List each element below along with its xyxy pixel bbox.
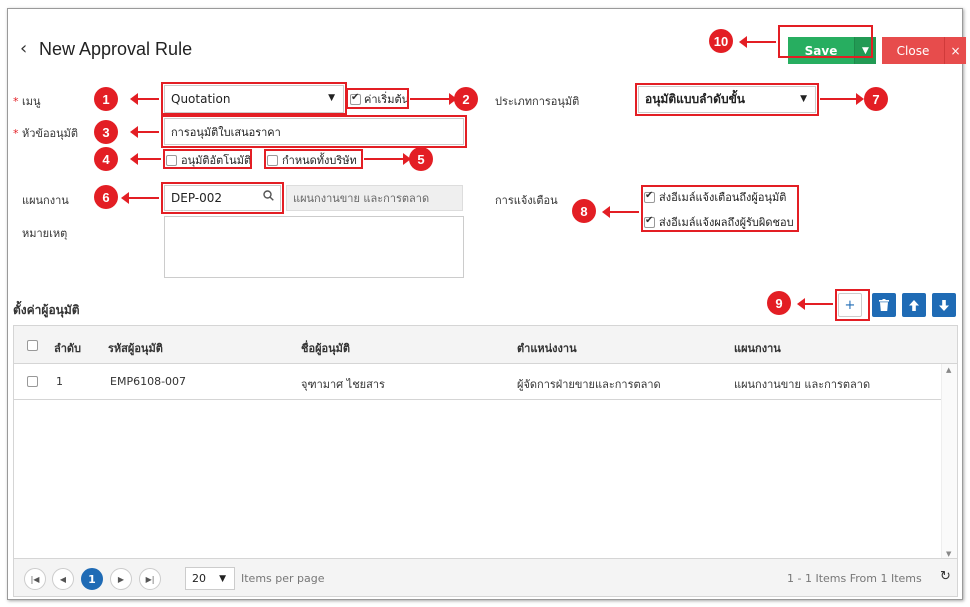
grid-scrollbar[interactable]: ▲ ▼ <box>941 364 957 560</box>
select-all-checkbox[interactable] <box>27 340 38 351</box>
row-order: 1 <box>56 375 63 388</box>
scroll-up-icon[interactable]: ▲ <box>946 366 951 374</box>
callout-arrow-8 <box>602 206 639 218</box>
approval-type-label: ประเภทการอนุมัติ <box>495 95 580 108</box>
remark-label: หมายเหตุ <box>22 227 68 240</box>
callout-arrow-6 <box>121 192 159 204</box>
required-mark: * <box>13 127 19 140</box>
next-page-button[interactable]: ▶ <box>110 568 132 590</box>
callout-arrow-3 <box>130 126 159 138</box>
items-per-page-label: Items per page <box>241 572 325 585</box>
department-name-field: แผนกงานขาย และการตลาด <box>286 185 463 211</box>
approvers-section-title: ตั้งค่าผู้อนุมัติ <box>13 303 80 317</box>
callout-badge-5: 5 <box>409 147 433 171</box>
row-department: แผนกงานขาย และการตลาด <box>734 378 871 391</box>
page-title: New Approval Rule <box>39 39 193 59</box>
callout-arrow-10 <box>739 36 776 48</box>
callout-box-7 <box>635 83 819 116</box>
callout-badge-8: 8 <box>572 199 596 223</box>
callout-box-4 <box>163 149 252 169</box>
column-header-code[interactable]: รหัสผู้อนุมัติ <box>108 339 163 357</box>
callout-arrow-9 <box>797 298 833 310</box>
caret-down-icon: ▼ <box>219 574 226 584</box>
topic-label: * หัวข้ออนุมัติ <box>13 127 79 140</box>
pager-summary: 1 - 1 Items From 1 Items <box>787 572 922 585</box>
menu-label: * เมนู <box>13 95 41 108</box>
row-position: ผู้จัดการฝ่ายขายและการตลาด <box>517 378 661 391</box>
column-header-position[interactable]: ตำแหน่งงาน <box>517 339 577 357</box>
refresh-icon[interactable]: ↻ <box>940 569 951 584</box>
row-checkbox[interactable] <box>27 376 38 387</box>
callout-badge-10: 10 <box>709 29 733 53</box>
prev-page-button[interactable]: ◀ <box>52 568 74 590</box>
callout-box-5 <box>264 149 363 169</box>
table-row[interactable]: 1 EMP6108-007 จุฑามาศ ไชยสาร ผู้จัดการฝ่… <box>14 364 943 400</box>
last-page-button[interactable]: ▶| <box>139 568 161 590</box>
back-icon[interactable]: ‹ <box>20 40 27 58</box>
callout-arrow-1 <box>130 93 159 105</box>
notify-label: การแจ้งเตือน <box>495 194 558 207</box>
row-code: EMP6108-007 <box>110 375 187 388</box>
callout-arrow-7 <box>820 93 864 105</box>
callout-badge-6: 6 <box>94 185 118 209</box>
callout-badge-1: 1 <box>94 87 118 111</box>
callout-box-1 <box>161 82 347 115</box>
callout-badge-2: 2 <box>454 87 478 111</box>
callout-arrow-4 <box>130 153 161 165</box>
callout-badge-3: 3 <box>94 120 118 144</box>
trash-icon <box>879 299 889 311</box>
callout-box-3 <box>161 115 467 148</box>
approval-rule-window: ‹ New Approval Rule Save ▼ Close × * เมน… <box>7 8 966 600</box>
callout-box-9 <box>835 289 870 321</box>
callout-arrow-5 <box>364 153 411 165</box>
callout-box-8 <box>641 185 799 232</box>
callout-badge-7: 7 <box>864 87 888 111</box>
close-button[interactable]: Close <box>882 37 944 64</box>
row-name: จุฑามาศ ไชยสาร <box>301 378 385 391</box>
callout-badge-4: 4 <box>94 147 118 171</box>
arrow-up-icon <box>909 299 919 311</box>
callout-box-6 <box>161 182 284 214</box>
scroll-down-icon[interactable]: ▼ <box>946 550 951 558</box>
remark-textarea[interactable] <box>164 216 464 278</box>
department-label: แผนกงาน <box>22 194 69 207</box>
move-up-button[interactable] <box>902 293 926 317</box>
page-size-select[interactable]: 20 ▼ <box>185 567 235 590</box>
required-mark: * <box>13 95 19 108</box>
callout-arrow-2 <box>410 93 457 105</box>
callout-box-2 <box>346 88 409 109</box>
page-1-button[interactable]: 1 <box>81 568 103 590</box>
arrow-down-icon <box>939 299 949 311</box>
close-x-button[interactable]: × <box>944 37 966 64</box>
grid-header: ลำดับ รหัสผู้อนุมัติ ชื่อผู้อนุมัติ ตำแห… <box>14 326 957 364</box>
callout-box-10 <box>778 25 873 58</box>
callout-badge-9: 9 <box>767 291 791 315</box>
first-page-button[interactable]: |◀ <box>24 568 46 590</box>
column-header-department[interactable]: แผนกงาน <box>734 339 781 357</box>
grid-pager: |◀ ◀ 1 ▶ ▶| 20 ▼ Items per page 1 - 1 It… <box>14 558 957 596</box>
column-header-order[interactable]: ลำดับ <box>54 339 81 357</box>
column-header-name[interactable]: ชื่อผู้อนุมัติ <box>301 339 350 357</box>
approvers-grid: ลำดับ รหัสผู้อนุมัติ ชื่อผู้อนุมัติ ตำแห… <box>13 325 958 597</box>
delete-approver-button[interactable] <box>872 293 896 317</box>
move-down-button[interactable] <box>932 293 956 317</box>
